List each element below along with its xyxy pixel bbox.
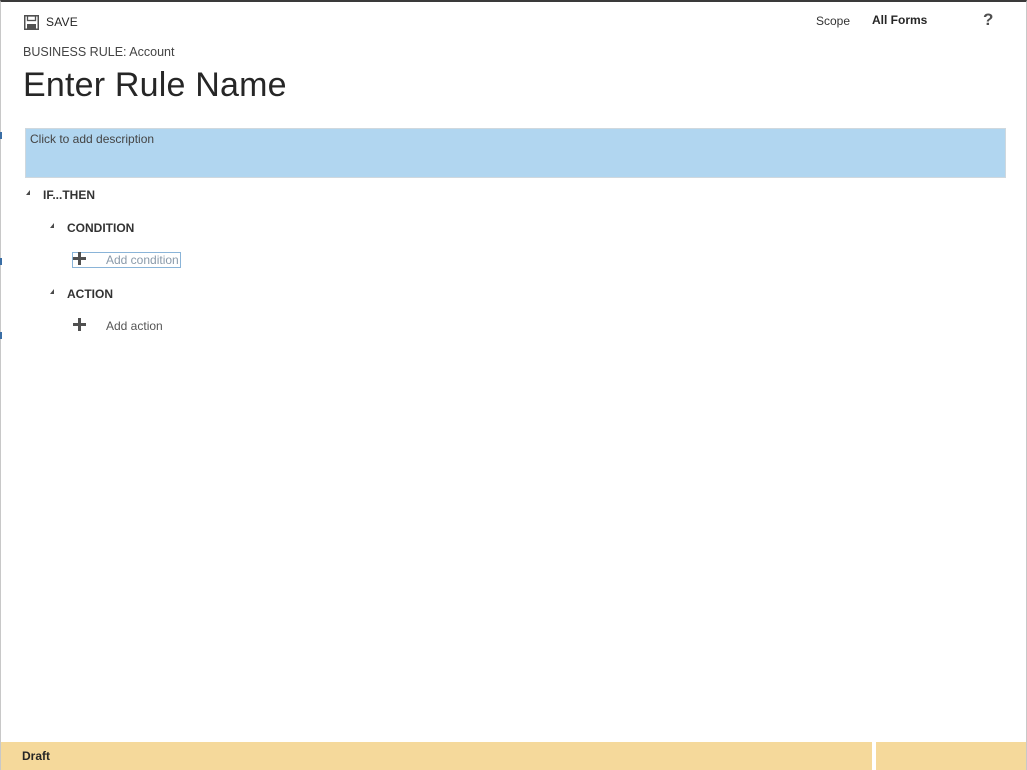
expanded-triangle-icon[interactable] — [50, 223, 54, 228]
if-then-label: IF...THEN — [43, 188, 96, 202]
action-label: ACTION — [67, 287, 113, 301]
business-rule-window: SAVE Scope All Forms ? BUSINESS RULE: Ac… — [0, 0, 1027, 770]
help-icon[interactable]: ? — [983, 10, 993, 30]
scope-label: Scope — [816, 14, 851, 28]
save-button[interactable]: SAVE — [24, 12, 78, 32]
add-condition-label: Add condition — [106, 253, 179, 267]
add-action-button[interactable]: Add action — [73, 318, 163, 334]
edge-marker — [0, 258, 2, 265]
plus-icon — [73, 252, 86, 265]
scope-selector[interactable]: All Forms — [872, 13, 927, 27]
save-label: SAVE — [46, 15, 78, 29]
plus-icon — [73, 318, 86, 331]
edge-marker — [0, 332, 2, 339]
entity-label: BUSINESS RULE: Account — [23, 45, 175, 59]
expanded-triangle-icon[interactable] — [50, 289, 54, 294]
add-action-label: Add action — [106, 319, 163, 333]
floppy-disk-icon — [24, 14, 39, 30]
status-text: Draft — [22, 749, 51, 763]
rule-name-field[interactable]: Enter Rule Name — [23, 66, 287, 105]
description-field[interactable]: Click to add description — [25, 128, 1006, 178]
condition-label: CONDITION — [67, 221, 135, 235]
status-bar: Draft — [1, 742, 1026, 770]
edge-marker — [0, 132, 2, 139]
status-divider — [872, 742, 876, 770]
expanded-triangle-icon[interactable] — [26, 190, 30, 195]
add-condition-button[interactable]: Add condition — [72, 252, 181, 268]
